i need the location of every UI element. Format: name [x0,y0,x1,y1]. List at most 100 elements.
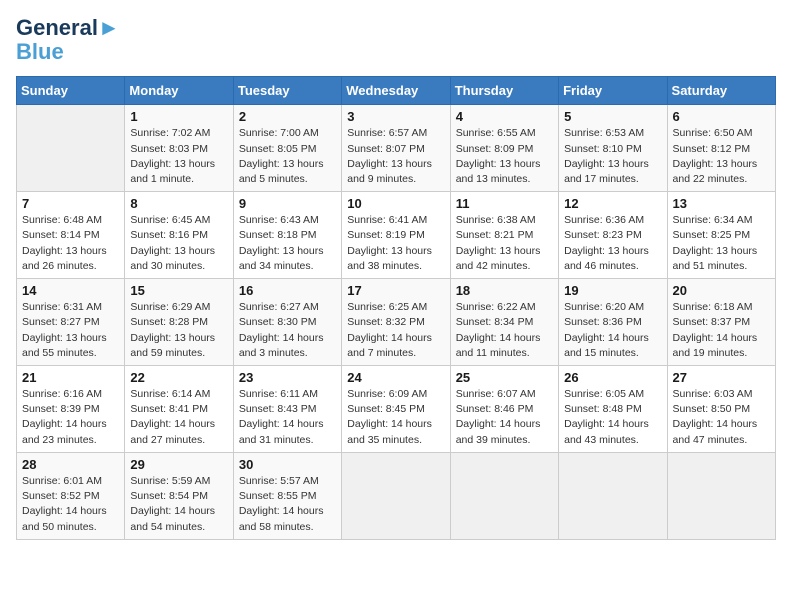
day-number: 10 [347,196,444,211]
calendar-cell: 16 Sunrise: 6:27 AM Sunset: 8:30 PM Dayli… [233,279,341,366]
day-info: Sunrise: 6:03 AM Sunset: 8:50 PM Dayligh… [673,387,770,448]
calendar-cell: 17Sunrise: 6:25 AM Sunset: 8:32 PM Dayli… [342,279,450,366]
day-number: 19 [564,283,661,298]
calendar-cell: 4 Sunrise: 6:55 AM Sunset: 8:09 PM Daylig… [450,105,558,192]
header-monday: Monday [125,77,233,105]
day-number: 12 [564,196,661,211]
day-info: Sunrise: 6:34 AM Sunset: 8:25 PM Dayligh… [673,213,770,274]
calendar-cell: 23 Sunrise: 6:11 AM Sunset: 8:43 PM Dayli… [233,366,341,453]
header-tuesday: Tuesday [233,77,341,105]
day-info: Sunrise: 7:02 AM Sunset: 8:03 PM Dayligh… [130,126,227,187]
day-number: 1 [130,109,227,124]
day-number: 14 [22,283,119,298]
day-number: 16 [239,283,336,298]
calendar-cell: 1 Sunrise: 7:02 AM Sunset: 8:03 PM Daylig… [125,105,233,192]
day-info: Sunrise: 6:50 AM Sunset: 8:12 PM Dayligh… [673,126,770,187]
day-info: Sunrise: 6:43 AM Sunset: 8:18 PM Dayligh… [239,213,336,274]
calendar-cell: 13 Sunrise: 6:34 AM Sunset: 8:25 PM Dayli… [667,192,775,279]
calendar-cell [450,452,558,539]
day-info: Sunrise: 6:45 AM Sunset: 8:16 PM Dayligh… [130,213,227,274]
calendar-cell: 24 Sunrise: 6:09 AM Sunset: 8:45 PM Dayli… [342,366,450,453]
day-number: 2 [239,109,336,124]
day-number: 30 [239,457,336,472]
calendar-cell: 11Sunrise: 6:38 AM Sunset: 8:21 PM Dayli… [450,192,558,279]
logo: General►Blue [16,16,120,64]
calendar-cell [667,452,775,539]
day-info: Sunrise: 5:59 AM Sunset: 8:54 PM Dayligh… [130,474,227,535]
day-number: 29 [130,457,227,472]
day-info: Sunrise: 6:41 AM Sunset: 8:19 PM Dayligh… [347,213,444,274]
calendar-cell: 28 Sunrise: 6:01 AM Sunset: 8:52 PM Dayli… [17,452,125,539]
day-number: 13 [673,196,770,211]
logo-text: General►Blue [16,16,120,64]
week-row-5: 28 Sunrise: 6:01 AM Sunset: 8:52 PM Dayli… [17,452,776,539]
calendar-cell: 6Sunrise: 6:50 AM Sunset: 8:12 PM Daylig… [667,105,775,192]
day-number: 26 [564,370,661,385]
day-info: Sunrise: 6:29 AM Sunset: 8:28 PM Dayligh… [130,300,227,361]
day-info: Sunrise: 6:57 AM Sunset: 8:07 PM Dayligh… [347,126,444,187]
day-number: 22 [130,370,227,385]
calendar-cell: 12Sunrise: 6:36 AM Sunset: 8:23 PM Dayli… [559,192,667,279]
calendar-cell [559,452,667,539]
day-number: 28 [22,457,119,472]
calendar-table: SundayMondayTuesdayWednesdayThursdayFrid… [16,76,776,539]
header-sunday: Sunday [17,77,125,105]
day-number: 4 [456,109,553,124]
day-info: Sunrise: 6:11 AM Sunset: 8:43 PM Dayligh… [239,387,336,448]
week-row-1: 1 Sunrise: 7:02 AM Sunset: 8:03 PM Daylig… [17,105,776,192]
calendar-cell: 18 Sunrise: 6:22 AM Sunset: 8:34 PM Dayli… [450,279,558,366]
day-info: Sunrise: 6:05 AM Sunset: 8:48 PM Dayligh… [564,387,661,448]
day-number: 18 [456,283,553,298]
day-info: Sunrise: 6:01 AM Sunset: 8:52 PM Dayligh… [22,474,119,535]
calendar-cell: 27 Sunrise: 6:03 AM Sunset: 8:50 PM Dayli… [667,366,775,453]
calendar-header-row: SundayMondayTuesdayWednesdayThursdayFrid… [17,77,776,105]
day-info: Sunrise: 6:27 AM Sunset: 8:30 PM Dayligh… [239,300,336,361]
day-info: Sunrise: 6:09 AM Sunset: 8:45 PM Dayligh… [347,387,444,448]
header-thursday: Thursday [450,77,558,105]
calendar-cell: 7 Sunrise: 6:48 AM Sunset: 8:14 PM Daylig… [17,192,125,279]
day-number: 25 [456,370,553,385]
day-number: 7 [22,196,119,211]
day-number: 20 [673,283,770,298]
day-number: 27 [673,370,770,385]
day-info: Sunrise: 6:07 AM Sunset: 8:46 PM Dayligh… [456,387,553,448]
day-info: Sunrise: 6:31 AM Sunset: 8:27 PM Dayligh… [22,300,119,361]
week-row-3: 14 Sunrise: 6:31 AM Sunset: 8:27 PM Dayli… [17,279,776,366]
calendar-cell: 26 Sunrise: 6:05 AM Sunset: 8:48 PM Dayli… [559,366,667,453]
header-saturday: Saturday [667,77,775,105]
day-info: Sunrise: 6:18 AM Sunset: 8:37 PM Dayligh… [673,300,770,361]
calendar-cell: 22Sunrise: 6:14 AM Sunset: 8:41 PM Dayli… [125,366,233,453]
header-wednesday: Wednesday [342,77,450,105]
page-header: General►Blue [16,16,776,64]
calendar-cell: 14 Sunrise: 6:31 AM Sunset: 8:27 PM Dayli… [17,279,125,366]
day-info: Sunrise: 6:25 AM Sunset: 8:32 PM Dayligh… [347,300,444,361]
day-info: Sunrise: 6:55 AM Sunset: 8:09 PM Dayligh… [456,126,553,187]
calendar-cell: 9 Sunrise: 6:43 AM Sunset: 8:18 PM Daylig… [233,192,341,279]
day-info: Sunrise: 6:16 AM Sunset: 8:39 PM Dayligh… [22,387,119,448]
calendar-cell: 8 Sunrise: 6:45 AM Sunset: 8:16 PM Daylig… [125,192,233,279]
calendar-cell: 20 Sunrise: 6:18 AM Sunset: 8:37 PM Dayli… [667,279,775,366]
day-info: Sunrise: 5:57 AM Sunset: 8:55 PM Dayligh… [239,474,336,535]
calendar-cell: 3 Sunrise: 6:57 AM Sunset: 8:07 PM Daylig… [342,105,450,192]
calendar-cell: 25 Sunrise: 6:07 AM Sunset: 8:46 PM Dayli… [450,366,558,453]
calendar-cell: 30 Sunrise: 5:57 AM Sunset: 8:55 PM Dayli… [233,452,341,539]
day-number: 8 [130,196,227,211]
calendar-cell: 10 Sunrise: 6:41 AM Sunset: 8:19 PM Dayli… [342,192,450,279]
day-info: Sunrise: 6:53 AM Sunset: 8:10 PM Dayligh… [564,126,661,187]
header-friday: Friday [559,77,667,105]
calendar-cell [17,105,125,192]
day-number: 3 [347,109,444,124]
day-number: 23 [239,370,336,385]
calendar-cell: 21 Sunrise: 6:16 AM Sunset: 8:39 PM Dayli… [17,366,125,453]
day-number: 9 [239,196,336,211]
day-info: Sunrise: 6:48 AM Sunset: 8:14 PM Dayligh… [22,213,119,274]
calendar-cell: 29 Sunrise: 5:59 AM Sunset: 8:54 PM Dayli… [125,452,233,539]
week-row-2: 7 Sunrise: 6:48 AM Sunset: 8:14 PM Daylig… [17,192,776,279]
day-number: 11 [456,196,553,211]
calendar-cell [342,452,450,539]
day-number: 21 [22,370,119,385]
day-info: Sunrise: 6:22 AM Sunset: 8:34 PM Dayligh… [456,300,553,361]
day-number: 24 [347,370,444,385]
week-row-4: 21 Sunrise: 6:16 AM Sunset: 8:39 PM Dayli… [17,366,776,453]
day-number: 5 [564,109,661,124]
